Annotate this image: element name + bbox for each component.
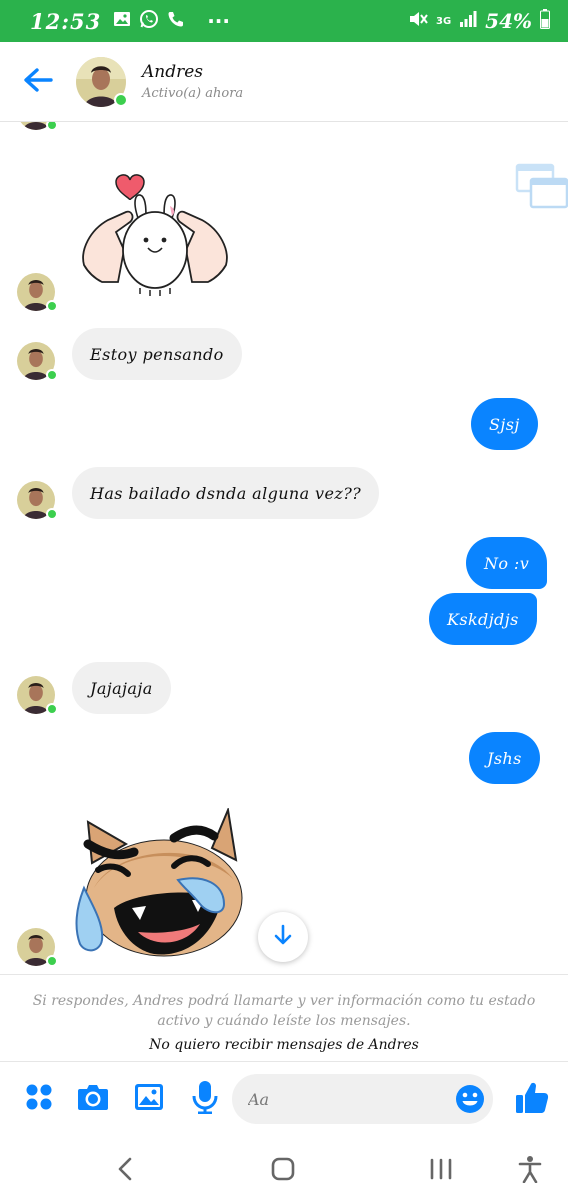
back-button-visual[interactable] — [0, 42, 76, 122]
nav-accessibility-button[interactable] — [505, 1146, 555, 1196]
gallery-button[interactable] — [131, 1082, 167, 1116]
message-avatar — [17, 676, 58, 715]
bunny-heart-sticker[interactable] — [80, 170, 230, 300]
message-request-notice: Si respondes, Andres podrá llamarte y ve… — [0, 974, 568, 1062]
voice-message-button[interactable] — [188, 1080, 222, 1118]
outgoing-message[interactable]: Sjsj — [471, 398, 538, 450]
battery-percent: 54% — [485, 9, 532, 33]
incoming-message[interactable]: Estoy pensando — [72, 328, 242, 380]
mute-icon — [408, 10, 428, 32]
message-input[interactable] — [248, 1074, 448, 1124]
contact-status-visual: Activo(a) ahora — [142, 86, 244, 101]
system-navigation-bar — [0, 1138, 568, 1200]
emoji-button[interactable] — [455, 1084, 485, 1118]
outgoing-message[interactable]: Jshs — [469, 732, 540, 784]
camera-button[interactable] — [75, 1082, 111, 1116]
microphone-icon — [192, 1080, 218, 1118]
camera-icon — [77, 1083, 109, 1115]
online-indicator — [114, 92, 128, 107]
smiley-icon — [455, 1085, 485, 1118]
nav-recents-button[interactable] — [416, 1146, 466, 1196]
status-time: 12:53 — [30, 8, 102, 34]
status-bar: 12:53 ··· 3G 54% — [0, 0, 568, 42]
message-avatar — [17, 273, 58, 312]
network-type: 3G — [435, 15, 452, 27]
crying-laughing-cat-sticker[interactable] — [74, 806, 244, 960]
nav-back-button[interactable] — [100, 1146, 150, 1196]
image-icon — [134, 1083, 164, 1115]
scroll-to-bottom-button[interactable] — [258, 912, 308, 962]
message-avatar — [17, 481, 58, 520]
signal-icon — [459, 10, 477, 32]
battery-icon — [540, 9, 550, 33]
more-actions-button[interactable] — [22, 1082, 56, 1116]
thumbs-up-icon — [515, 1081, 549, 1119]
contact-avatar-visual[interactable] — [76, 56, 128, 107]
block-messages-link[interactable]: No quiero recibir mensajes de Andres — [0, 1037, 568, 1053]
accessibility-icon — [518, 1155, 542, 1187]
arrow-left-icon — [23, 67, 53, 97]
message-avatar — [17, 928, 58, 967]
gallery-notification-icon — [113, 11, 131, 31]
message-input-box — [232, 1074, 493, 1124]
four-dots-icon — [25, 1083, 53, 1115]
recents-icon — [429, 1158, 453, 1184]
incoming-message[interactable]: Has bailado dsnda alguna vez?? — [72, 467, 380, 519]
arrow-down-icon — [273, 924, 293, 950]
nav-home-button[interactable] — [258, 1146, 308, 1196]
multi-window-icon[interactable] — [515, 163, 568, 215]
phone-notification-icon — [167, 10, 185, 32]
whatsapp-notification-icon — [139, 9, 159, 33]
messenger-chat-screen: 12:53 ··· 3G 54% Andres Activo(a) ahora … — [0, 0, 568, 1200]
notice-text: Si respondes, Andres podrá llamarte y ve… — [32, 993, 536, 1029]
like-button[interactable] — [512, 1080, 552, 1120]
chevron-left-icon — [117, 1156, 133, 1186]
home-square-icon — [271, 1157, 295, 1185]
outgoing-message[interactable]: Kskdjdjs — [429, 593, 537, 645]
message-composer — [0, 1062, 568, 1138]
message-avatar — [17, 342, 58, 381]
incoming-message[interactable]: Jajajaja — [72, 662, 171, 714]
outgoing-message[interactable]: No :v — [466, 537, 548, 589]
contact-name-visual: Andres — [142, 62, 204, 82]
more-notifications-indicator: ··· — [207, 9, 230, 33]
